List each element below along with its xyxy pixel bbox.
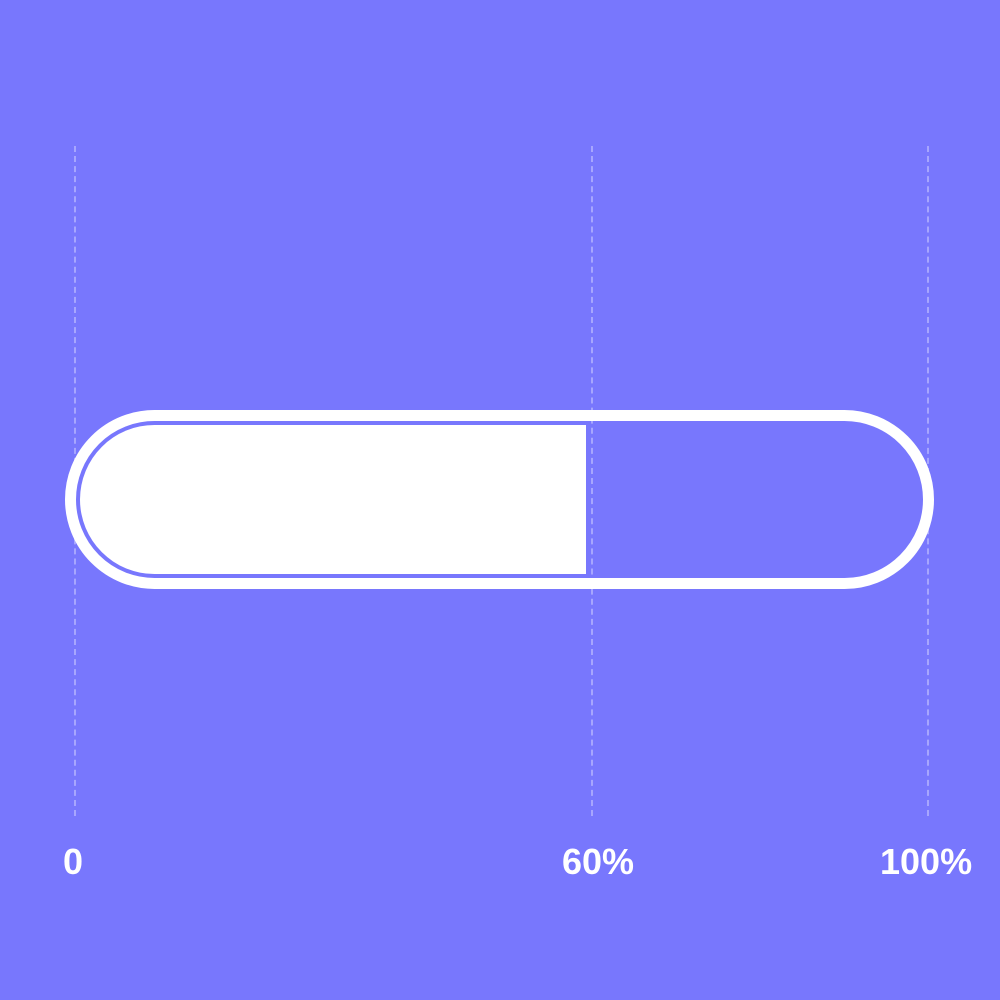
progress-fill [80, 425, 586, 574]
scale-label-100: 100% [880, 841, 973, 882]
progress-bar [65, 410, 934, 589]
scale-label-0: 0 [63, 841, 84, 882]
scale-label-60: 60% [562, 841, 635, 882]
progress-bar-inner [80, 425, 919, 574]
